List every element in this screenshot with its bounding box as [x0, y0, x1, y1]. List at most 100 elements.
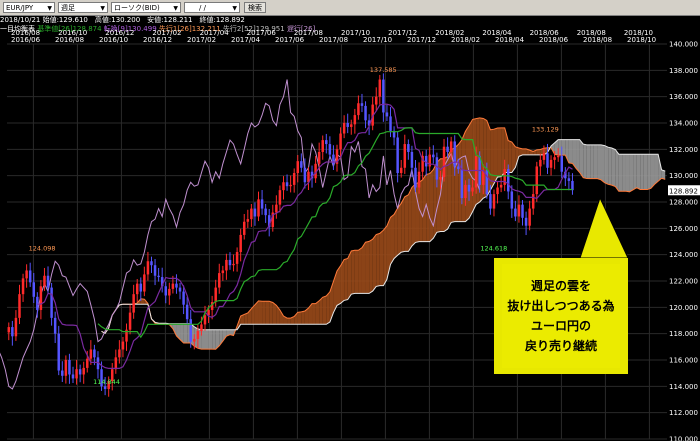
- candle-body: [78, 369, 82, 375]
- current-price-label: 128.892: [669, 187, 698, 195]
- candle-body: [403, 144, 407, 168]
- y-tick-label: 132.000: [669, 146, 698, 154]
- y-tick-label: 122.000: [669, 278, 698, 286]
- candle-body: [71, 374, 75, 379]
- x-tick-label-bottom: 2017/04: [200, 29, 230, 37]
- y-tick-label: 114.000: [669, 383, 698, 391]
- x-tick-label-top: 2018/06: [539, 36, 569, 44]
- candle-body: [496, 187, 499, 195]
- candle-body: [350, 124, 353, 127]
- candle-body: [178, 287, 182, 292]
- y-tick-label: 110.000: [669, 436, 698, 441]
- y-tick-label: 128.000: [669, 199, 698, 207]
- cloud-segment: [390, 214, 395, 265]
- candle-body: [499, 184, 503, 188]
- cloud-segment: [322, 296, 327, 325]
- y-tick-label: 124.000: [669, 251, 698, 259]
- candle-body: [185, 304, 189, 320]
- candle-body: [353, 115, 357, 125]
- cloud-segment: [297, 311, 302, 325]
- cloud-segment: [576, 139, 580, 173]
- y-tick-label: 118.000: [669, 330, 698, 338]
- cloud-segment: [397, 203, 402, 256]
- candle-body: [457, 166, 460, 170]
- candle-body: [61, 370, 64, 376]
- candle-body: [471, 187, 474, 192]
- x-tick-label-bottom: 2017/10: [341, 29, 370, 37]
- cloud-segment: [340, 259, 345, 304]
- candle-body: [553, 157, 556, 160]
- cloud-segment: [601, 144, 605, 183]
- candle-body: [143, 274, 146, 292]
- candle-body: [175, 283, 178, 288]
- cloud-segment: [586, 144, 591, 179]
- candle-body: [46, 275, 50, 288]
- candle-body: [571, 180, 574, 191]
- cloud-segment: [265, 301, 270, 325]
- candle-body: [506, 169, 510, 192]
- candle-body: [21, 278, 25, 295]
- candle-body: [82, 367, 85, 375]
- cloud-segment: [615, 149, 619, 192]
- cloud-segment: [579, 139, 584, 178]
- candle-body: [250, 208, 253, 220]
- cloud-segment: [358, 247, 362, 294]
- x-tick-label-bottom: 2016/10: [58, 29, 87, 37]
- candle-body: [114, 357, 118, 370]
- cloud-segment: [319, 297, 323, 325]
- candle-body: [139, 283, 143, 292]
- candle-body: [118, 349, 121, 358]
- cloud-segment: [205, 329, 209, 350]
- candle-body: [282, 182, 285, 191]
- y-tick-label: 126.000: [669, 225, 698, 233]
- candle-body: [189, 319, 192, 342]
- candle-body: [225, 259, 228, 271]
- x-tick-label-bottom: 2017/08: [294, 29, 323, 37]
- candle-body: [449, 141, 453, 152]
- x-tick-label-top: 2017/08: [319, 36, 348, 44]
- candle-body: [360, 103, 364, 106]
- x-tick-label-bottom: 2016/08: [11, 29, 40, 37]
- candlestick-chart[interactable]: 140.000 138.000 136.000 134.000 132.000 130.0…: [0, 0, 700, 441]
- candle-body: [442, 146, 446, 177]
- candle-body: [103, 386, 107, 389]
- cloud-segment: [429, 169, 434, 242]
- candle-body: [460, 169, 464, 199]
- candle-body: [193, 338, 196, 342]
- candle-body: [57, 333, 60, 371]
- cloud-segment: [508, 140, 512, 173]
- candle-body: [32, 282, 36, 297]
- candle-body: [135, 283, 139, 295]
- cloud-segment: [312, 303, 316, 325]
- y-tick-label: 140.000: [669, 41, 698, 49]
- candle-body: [50, 287, 53, 318]
- candle-body: [549, 159, 553, 168]
- x-tick-label-top: 2017/10: [363, 36, 392, 44]
- candle-body: [492, 194, 496, 209]
- y-tick-label: 136.000: [669, 93, 698, 101]
- candle-body: [432, 154, 435, 158]
- cloud-segment: [183, 323, 188, 344]
- x-tick-label-bottom: 2017/06: [247, 29, 277, 37]
- candle-body: [531, 194, 535, 209]
- cloud-segment: [272, 302, 277, 325]
- candle-body: [417, 171, 421, 188]
- candle-body: [28, 270, 32, 283]
- candle-body: [214, 287, 217, 303]
- cloud-segment: [369, 239, 373, 294]
- candle-body: [414, 167, 417, 188]
- candle-body: [25, 270, 28, 279]
- candle-body: [374, 96, 378, 105]
- candle-body: [328, 144, 332, 155]
- candle-body: [382, 79, 385, 113]
- annotation-low: 114.844: [93, 378, 120, 386]
- candle-body: [53, 317, 57, 334]
- y-tick-label: 112.000: [669, 409, 698, 417]
- candle-body: [396, 137, 399, 174]
- candle-body: [64, 360, 68, 376]
- candle-body: [18, 294, 21, 318]
- x-tick-label-top: 2018/08: [583, 36, 612, 44]
- y-tick-label: 116.000: [669, 357, 698, 365]
- cloud-segment: [208, 329, 213, 350]
- x-tick-label-top: 2018/02: [451, 36, 480, 44]
